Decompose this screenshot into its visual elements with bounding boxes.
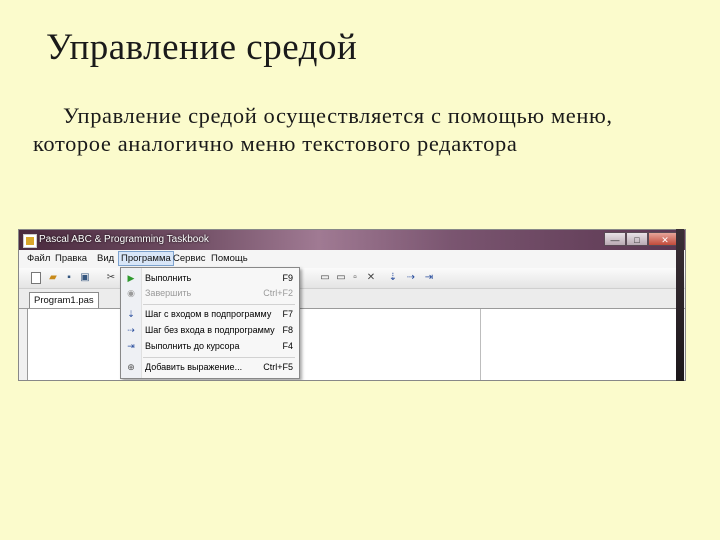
menu-item-label: Завершить — [145, 288, 192, 298]
editor-margin-line — [480, 309, 481, 380]
menu-item-run-to-cursor[interactable]: ⇥ Выполнить до курсора F4 — [121, 339, 299, 354]
app-icon — [23, 234, 37, 248]
menu-program[interactable]: Программа — [118, 251, 174, 266]
window-title: Pascal ABC & Programming Taskbook — [39, 234, 209, 245]
menu-item-shortcut: F8 — [282, 325, 293, 335]
run-to-cursor-icon: ⇥ — [127, 341, 135, 351]
window-icon[interactable]: ▭ — [319, 272, 331, 284]
menu-item-label: Шаг с входом в подпрограмму — [145, 309, 272, 319]
step-into-icon[interactable]: ⇣ — [387, 272, 399, 284]
step-into-icon: ⇣ — [127, 309, 135, 319]
run-icon: ▶ — [127, 273, 135, 283]
menu-edit[interactable]: Правка — [55, 253, 87, 264]
menu-separator — [143, 357, 295, 358]
menu-item-run[interactable]: ▶ Выполнить F9 — [121, 271, 299, 286]
new-file-icon[interactable] — [31, 272, 41, 284]
save-all-icon[interactable]: ▣ — [79, 272, 91, 284]
menu-item-label: Шаг без входа в подпрограмму — [145, 325, 275, 335]
menu-item-step-into[interactable]: ⇣ Шаг с входом в подпрограмму F7 — [121, 307, 299, 322]
tab-strip: Program1.pas — [19, 289, 685, 309]
menu-item-step-over[interactable]: ⇢ Шаг без входа в подпрограмму F8 — [121, 323, 299, 338]
add-watch-icon: ⊕ — [127, 362, 135, 372]
cut-icon[interactable]: ✂ — [105, 272, 117, 284]
menu-help[interactable]: Помощь — [211, 253, 248, 264]
menu-item-stop[interactable]: ◉ Завершить Ctrl+F2 — [121, 286, 299, 301]
program-menu-dropdown: ▶ Выполнить F9 ◉ Завершить Ctrl+F2 ⇣ Шаг… — [120, 267, 300, 379]
menu-view[interactable]: Вид — [97, 253, 114, 264]
menu-file[interactable]: Файл — [27, 253, 50, 264]
menu-separator — [143, 304, 295, 305]
slide-body-text: Управление средой осуществляется с помощ… — [33, 103, 613, 156]
menu-item-shortcut: F7 — [282, 309, 293, 319]
minimize-button[interactable]: — — [604, 232, 626, 246]
menu-item-shortcut: Ctrl+F2 — [263, 288, 293, 298]
window-icon[interactable]: ▭ — [335, 272, 347, 284]
menu-item-label: Добавить выражение... — [145, 362, 243, 372]
menu-service[interactable]: Сервис — [173, 253, 206, 264]
screenshot-edge — [676, 229, 684, 381]
step-over-icon: ⇢ — [127, 325, 135, 335]
menu-item-add-watch[interactable]: ⊕ Добавить выражение... Ctrl+F5 — [121, 360, 299, 375]
close-icon[interactable]: ✕ — [365, 272, 377, 284]
save-icon[interactable]: ▪ — [63, 272, 75, 284]
menu-item-shortcut: F9 — [282, 273, 293, 283]
app-screenshot: Pascal ABC & Programming Taskbook — □ ✕ … — [18, 229, 686, 381]
step-over-icon[interactable]: ⇢ — [405, 272, 417, 284]
run-to-cursor-icon[interactable]: ⇥ — [423, 272, 435, 284]
window-icon[interactable]: ▫ — [349, 272, 361, 284]
menu-item-label: Выполнить — [145, 273, 192, 283]
menu-item-shortcut: Ctrl+F5 — [263, 362, 293, 372]
menu-item-shortcut: F4 — [282, 341, 293, 351]
toolbar: ▰ ▪ ▣ ✂ ▭ ▭ ▫ ✕ ⇣ ⇢ ⇥ — [19, 268, 685, 289]
maximize-button[interactable]: □ — [626, 232, 648, 246]
stop-icon: ◉ — [127, 288, 135, 298]
slide-title: Управление средой — [46, 27, 358, 68]
open-folder-icon[interactable]: ▰ — [47, 272, 59, 284]
tab-program1[interactable]: Program1.pas — [29, 292, 99, 308]
window-titlebar[interactable]: Pascal ABC & Programming Taskbook — □ ✕ — [19, 230, 685, 250]
window-controls: — □ ✕ — [604, 232, 682, 246]
menu-item-label: Выполнить до курсора — [145, 341, 240, 351]
menubar: Файл Правка Вид Программа Сервис Помощь — [19, 250, 685, 269]
